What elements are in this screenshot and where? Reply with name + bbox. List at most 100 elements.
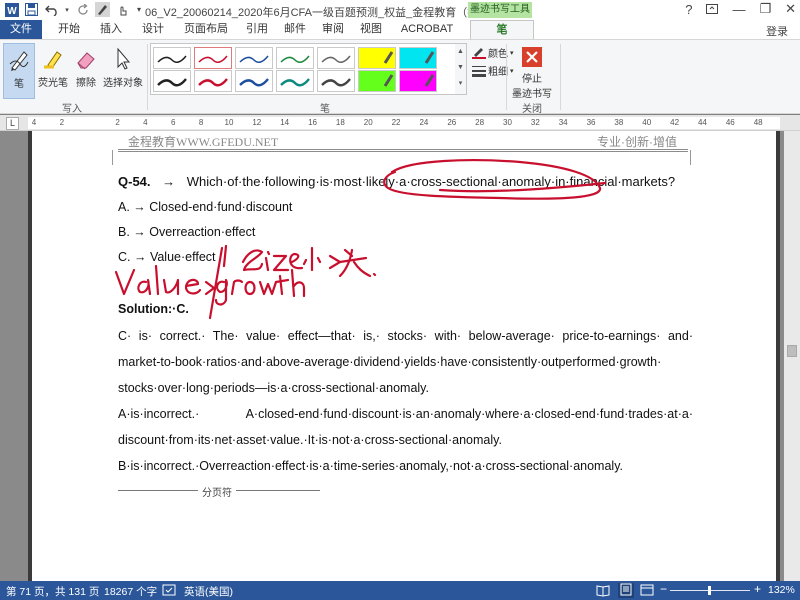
zoom-out-button[interactable]: − <box>660 582 667 596</box>
tab-home[interactable]: 开始 <box>50 20 88 39</box>
ruler-tick-label: 34 <box>558 118 568 127</box>
highlighter-yellow[interactable] <box>358 47 396 69</box>
redo-icon[interactable] <box>75 2 90 17</box>
question-number: Q-54. <box>118 174 151 189</box>
explanation-paragraph: stocks·over·long·periods—is·a·cross-sect… <box>118 381 429 395</box>
web-layout-icon[interactable] <box>640 583 654 600</box>
close-group-label: 关闭 <box>522 104 542 115</box>
minimize-button[interactable]: — <box>732 2 745 17</box>
touch-mode-icon[interactable] <box>115 2 130 17</box>
tab-file[interactable]: 文件 <box>0 20 42 39</box>
highlighter-green[interactable] <box>358 70 396 92</box>
ribbon-tabs: 文件 开始 插入 设计 页面布局 引用 邮件 审阅 视图 ACROBAT 笔 登… <box>0 20 800 40</box>
ruler-tick-label: 16 <box>308 118 317 127</box>
word-count[interactable]: 18267 个字 <box>104 584 157 599</box>
quick-access-toolbar: W ▾ ▾ <box>4 2 143 17</box>
ruler-tick-label: 26 <box>447 118 457 127</box>
restore-button[interactable]: ❐ <box>759 1 771 17</box>
ribbon-display-icon[interactable] <box>706 2 719 17</box>
thickness-dropdown[interactable]: 粗细 ▾ <box>472 63 514 78</box>
gallery-up-icon[interactable]: ▲ <box>455 44 466 60</box>
proofing-icon[interactable] <box>162 583 176 600</box>
pen-button[interactable]: 笔 <box>3 43 35 99</box>
zoom-level[interactable]: 132% <box>768 584 795 596</box>
pen-teal-medium[interactable] <box>276 70 314 92</box>
ink-tools-context-tab: 墨迹书写工具 <box>468 2 532 18</box>
tab-page-layout[interactable]: 页面布局 <box>176 20 236 39</box>
select-objects-button[interactable]: 选择对象 <box>101 43 145 97</box>
svg-text:W: W <box>7 6 17 17</box>
help-button[interactable]: ? <box>685 2 692 17</box>
tab-design[interactable]: 设计 <box>134 20 172 39</box>
tab-acrobat[interactable]: ACROBAT <box>394 20 460 39</box>
pen-blue-thin[interactable] <box>235 47 273 69</box>
question-line: Q-54. → Which·of·the·following·is·most·l… <box>118 174 676 189</box>
explanation-paragraph: market-to-book·ratios·and·above-average·… <box>118 355 662 369</box>
tab-pen[interactable]: 笔 <box>470 20 534 40</box>
pen-darkgray-medium[interactable] <box>317 70 355 92</box>
undo-icon[interactable] <box>44 2 59 17</box>
language-indicator[interactable]: 英语(美国) <box>184 584 233 599</box>
tab-insert[interactable]: 插入 <box>92 20 130 39</box>
pen-icon <box>4 44 34 72</box>
group-separator <box>560 44 561 110</box>
tab-review[interactable]: 审阅 <box>316 20 350 39</box>
explanation-paragraph: discount·from·its·net·asset·value.·It·is… <box>118 433 502 447</box>
gallery-scroll[interactable]: ▲ ▼ ▾ <box>455 43 467 95</box>
pen-blue-medium[interactable] <box>235 70 273 92</box>
pens-group-label: 笔 <box>320 104 330 115</box>
gallery-down-icon[interactable]: ▼ <box>455 60 466 76</box>
close-button[interactable]: ✕ <box>785 1 796 17</box>
pen-red-thin[interactable] <box>194 47 232 69</box>
pen-red-medium[interactable] <box>194 70 232 92</box>
page-count[interactable]: 第 71 页，共 131 页 <box>6 584 99 599</box>
tab-mailings[interactable]: 邮件 <box>278 20 312 39</box>
pen-gray-thin[interactable] <box>317 47 355 69</box>
page-border-left <box>28 131 32 581</box>
dropdown-icon[interactable]: ▾ <box>64 2 70 17</box>
save-icon[interactable] <box>24 2 39 17</box>
pen-color-icon <box>472 47 486 59</box>
pen-gallery[interactable] <box>150 43 457 95</box>
zoom-in-button[interactable]: + <box>754 582 761 596</box>
ruler-tick-label: 38 <box>614 118 624 127</box>
highlighter-cyan[interactable] <box>399 47 437 69</box>
gallery-more-icon[interactable]: ▾ <box>455 76 466 92</box>
page-break-marker: 分页符 <box>118 484 323 499</box>
stop-inking-button[interactable]: 停止 墨迹书写 <box>510 43 554 100</box>
customize-toolbar-icon[interactable]: ▾ <box>135 2 143 17</box>
login-link[interactable]: 登录 <box>766 23 788 39</box>
tab-references[interactable]: 引用 <box>240 20 274 39</box>
eraser-button[interactable]: 擦除 <box>72 43 100 97</box>
pen-black-thin[interactable] <box>153 47 191 69</box>
ruler-tick-label: 14 <box>280 118 290 127</box>
ruler-tick-label: 8 <box>198 118 204 127</box>
tab-stop-selector-icon[interactable]: L <box>6 117 19 130</box>
zoom-slider-thumb[interactable] <box>708 586 711 595</box>
ruler-tick-label: 4 <box>31 118 37 127</box>
ruler-tick-label: 24 <box>419 118 429 127</box>
explanation-paragraph: A·is·incorrect.· A·closed-end·fund·disco… <box>118 407 693 421</box>
ruler-tick-label: 2 <box>115 118 120 127</box>
pen-mode-icon[interactable] <box>95 2 110 17</box>
header-right: 专业·创新·增值 <box>597 135 677 149</box>
ruler-tick-label: 6 <box>171 118 176 127</box>
ruler-tick-label: 36 <box>586 118 596 127</box>
ruler-tick-label: 42 <box>670 118 680 127</box>
read-mode-icon[interactable] <box>596 583 610 600</box>
highlighter-magenta[interactable] <box>399 70 437 92</box>
horizontal-ruler[interactable]: L 4 2 2 4 6 8 10 12 14 16 18 20 22 24 26 28 30 32 34 36 38 40… <box>0 115 800 131</box>
header-rule <box>118 151 688 152</box>
page-border-right <box>776 131 780 581</box>
tab-view[interactable]: 视图 <box>354 20 388 39</box>
word-app-icon[interactable]: W <box>4 2 19 17</box>
margin-corner-mark <box>690 150 691 165</box>
scrollbar-thumb[interactable] <box>787 345 797 357</box>
highlighter-button[interactable]: 荧光笔 <box>36 43 70 97</box>
print-layout-icon[interactable] <box>618 583 634 598</box>
line-weight-icon <box>472 65 486 77</box>
color-dropdown[interactable]: 颜色 ▾ <box>472 45 514 60</box>
pen-black-medium[interactable] <box>153 70 191 92</box>
pen-green-thin[interactable] <box>276 47 314 69</box>
ruler-tick-label: 40 <box>642 118 652 127</box>
